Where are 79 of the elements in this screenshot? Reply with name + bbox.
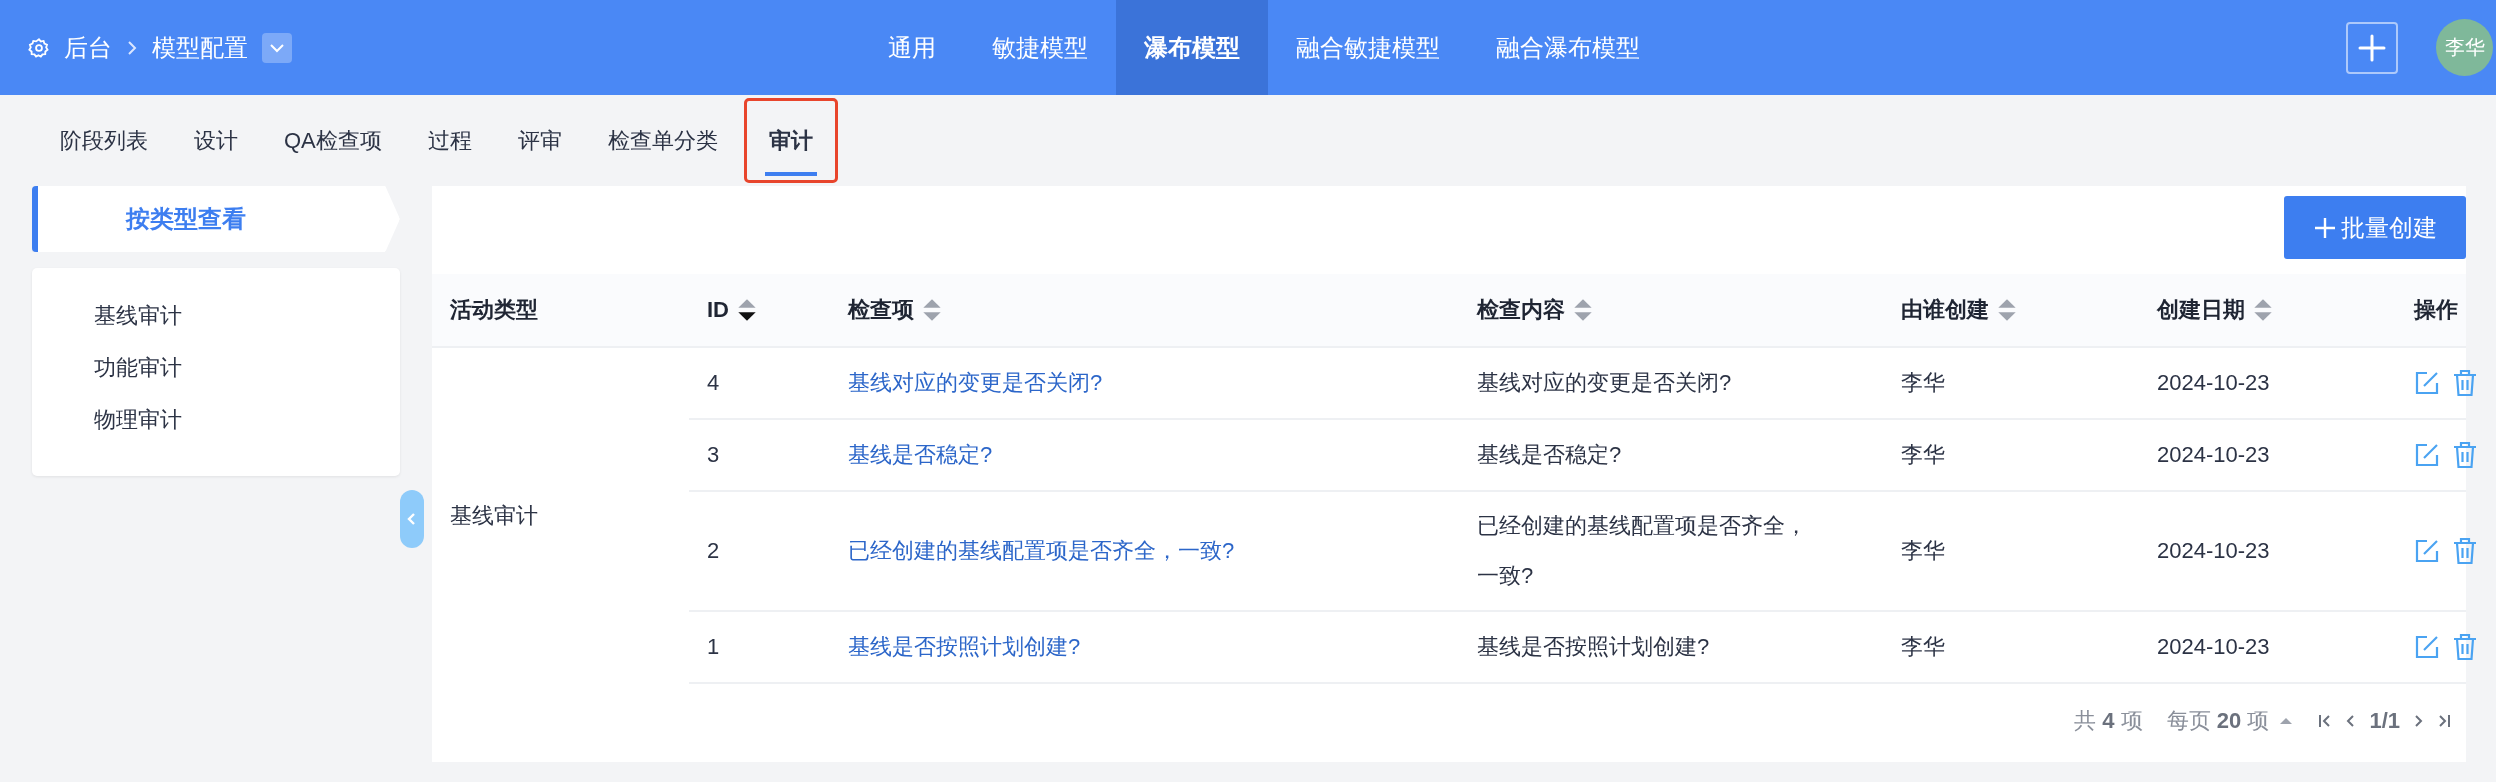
settings-icon[interactable] [28,36,50,59]
last-page-icon [2436,713,2452,729]
sub-tab[interactable]: 审计 [740,95,841,186]
delete-button[interactable] [2452,441,2478,469]
caret-up-icon[interactable] [2279,716,2294,726]
add-button[interactable] [2346,21,2398,74]
column-header: 由谁创建 [1901,296,1989,324]
edit-icon [2414,442,2440,468]
batch-create-button[interactable]: 批量创建 [2284,196,2466,259]
nav-tab[interactable]: 敏捷模型 [964,0,1116,95]
view-header[interactable]: 按类型查看 [32,186,400,252]
table-cell: 4 [707,370,720,395]
table-cell: 2024-10-23 [2157,538,2270,563]
nav-tab[interactable]: 瀑布模型 [1116,0,1268,95]
sort-icon[interactable] [737,297,757,323]
total-count: 共 4 项 [2074,707,2143,735]
collapse-handle[interactable] [400,490,424,548]
last-page-button[interactable] [2436,713,2452,729]
category-item[interactable]: 功能审计 [32,342,400,394]
column-header: 创建日期 [2157,296,2245,324]
chevron-left-icon [407,512,417,526]
nav-tab[interactable]: 融合敏捷模型 [1268,0,1468,95]
edit-button[interactable] [2414,634,2440,660]
table-cell: 李华 [1901,370,1945,395]
table-cell: 李华 [1901,538,1945,563]
edit-button[interactable] [2414,370,2440,396]
chevron-right-icon [126,38,138,57]
category-item[interactable]: 物理审计 [32,394,400,446]
table-cell-text: 基线是否按照计划创建? [1477,633,1711,661]
table-cell: 2024-10-23 [2157,634,2270,659]
edit-icon [2414,538,2440,564]
table-cell: 2024-10-23 [2157,442,2270,467]
nav-tab[interactable]: 通用 [860,0,964,95]
page-indicator: 1/1 [2369,708,2400,734]
category-item[interactable]: 基线审计 [32,290,400,342]
edit-icon [2414,634,2440,660]
table-cell: 2 [707,538,720,563]
dropdown-button[interactable] [262,32,292,63]
table-cell: 2024-10-23 [2157,370,2270,395]
column-header: 检查内容 [1477,296,1565,324]
trash-icon [2452,441,2478,469]
delete-button[interactable] [2452,369,2478,397]
plus-icon [2357,32,2387,63]
column-header: ID [707,297,729,323]
column-header: 操作 [2414,297,2458,322]
trash-icon [2452,537,2478,565]
sub-tab[interactable]: QA检查项 [261,95,405,186]
sub-tab[interactable]: 阶段列表 [37,95,171,186]
delete-button[interactable] [2452,537,2478,565]
item-link[interactable]: 基线对应的变更是否关闭? [848,370,1103,395]
edit-button[interactable] [2414,538,2440,564]
sub-tab[interactable]: 过程 [404,95,495,186]
nav-tab[interactable]: 融合瀑布模型 [1468,0,1668,95]
breadcrumb-current: 模型配置 [152,32,248,63]
column-header: 活动类型 [450,297,538,322]
sub-tab[interactable]: 检查单分类 [584,95,741,186]
item-link[interactable]: 已经创建的基线配置项是否齐全，一致? [848,538,1235,563]
column-header: 检查项 [848,296,914,324]
item-link[interactable]: 基线是否按照计划创建? [848,634,1081,659]
table-cell: 李华 [1901,634,1945,659]
table-cell-text: 基线是否稳定? [1477,441,1623,469]
item-link[interactable]: 基线是否稳定? [848,442,993,467]
trash-icon [2452,369,2478,397]
chevron-down-icon [269,42,285,53]
delete-button[interactable] [2452,633,2478,661]
sub-tab[interactable]: 评审 [494,95,585,186]
table-cell-text: 基线对应的变更是否关闭? [1477,369,1733,397]
sub-tab[interactable]: 设计 [171,95,261,186]
plus-icon [2313,215,2337,240]
trash-icon [2452,633,2478,661]
table-cell: 3 [707,442,720,467]
table-cell: 1 [707,634,720,659]
table-cell-text: 已经创建的基线配置项是否齐全，一致? [1477,512,1808,590]
page-size-selector[interactable]: 每页 20 项 [2166,706,2270,736]
breadcrumb-link[interactable]: 后台 [64,31,112,64]
edit-icon [2414,370,2440,396]
table-cell: 基线审计 [450,502,538,528]
table-cell: 李华 [1901,442,1945,467]
edit-button[interactable] [2414,442,2440,468]
